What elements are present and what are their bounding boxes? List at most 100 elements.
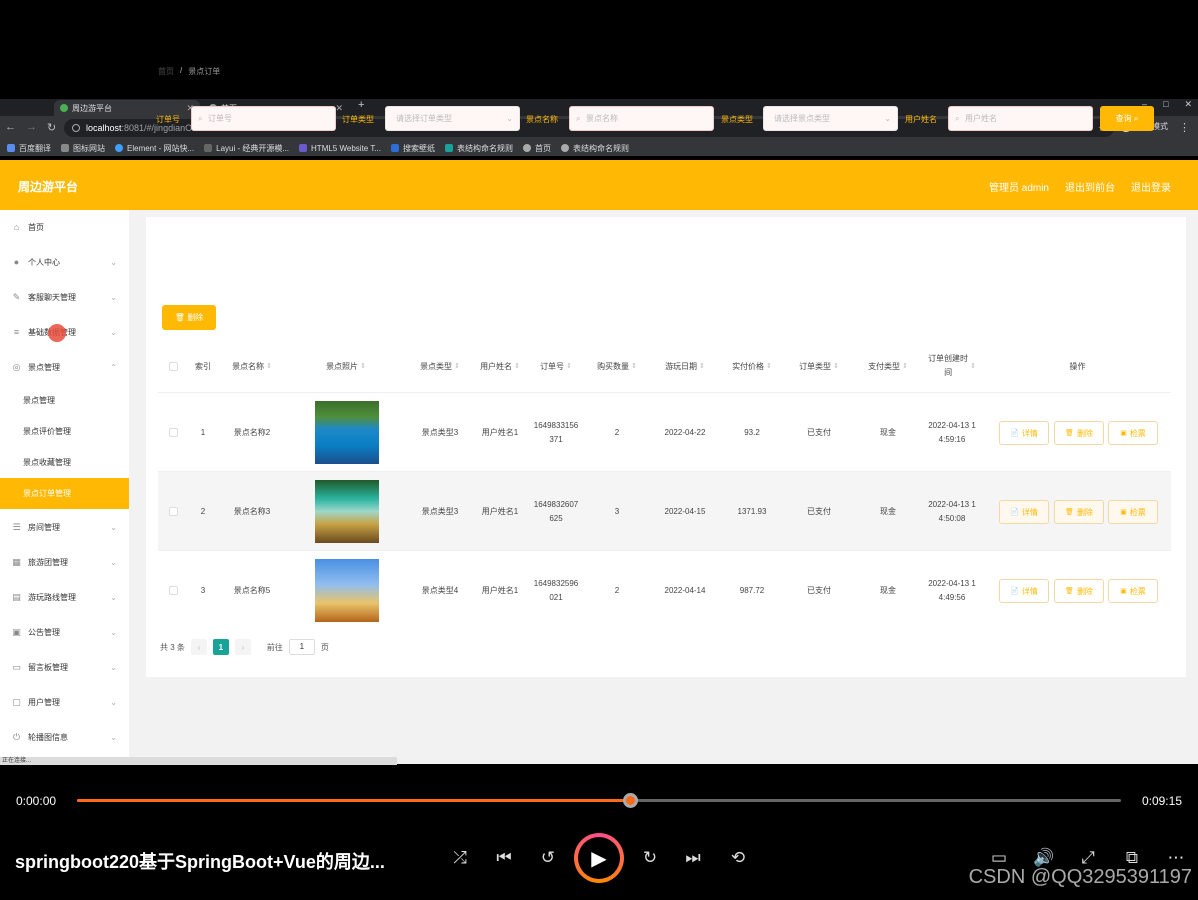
order-no-input[interactable]: ⌕ 订单号 (191, 106, 336, 131)
check-ticket-button[interactable]: ▣ 检票 (1108, 579, 1158, 603)
sidebar-subitem[interactable]: 景点管理 (0, 385, 129, 416)
back-icon[interactable]: ← (5, 121, 16, 134)
delete-button[interactable]: 🗑 删除 (1054, 421, 1104, 445)
spot-type-select[interactable]: 请选择景点类型 ⌄ (763, 106, 898, 131)
repeat-icon[interactable]: ⟲ (727, 848, 749, 868)
to-front-link[interactable]: 退出到前台 (1065, 179, 1115, 194)
sidebar-item[interactable]: ▤ 游玩路线管理 ⌄ (0, 582, 129, 612)
sidebar-subitem[interactable]: 景点订单管理 (0, 478, 129, 509)
spot-photo[interactable] (315, 559, 379, 622)
details-button[interactable]: 📄 详情 (999, 500, 1049, 524)
spot-name-input[interactable]: ⌕ 景点名称 (569, 106, 714, 131)
bookmark[interactable]: Layui - 经典开源模... (204, 143, 289, 154)
bookmark[interactable]: HTML5 Website T... (299, 144, 381, 153)
next-icon[interactable]: ⏭ (682, 848, 704, 868)
mini-player-icon[interactable]: ⧉ (1121, 848, 1143, 868)
column-header[interactable]: 景点类型 ⇕ (406, 340, 474, 392)
column-header[interactable]: 用户姓名 ⇕ (474, 340, 526, 392)
row-checkbox[interactable] (168, 428, 178, 437)
play-button[interactable]: ▶ (574, 833, 624, 883)
batch-delete-button[interactable]: 🗑 删除 (162, 305, 216, 330)
column-header[interactable]: 实付价格 ⇕ (722, 340, 782, 392)
delete-button[interactable]: 🗑 删除 (1054, 579, 1104, 603)
sidebar-subitem[interactable]: 景点评价管理 (0, 416, 129, 447)
bookmark[interactable]: 图标网站 (61, 143, 105, 154)
sidebar-item[interactable]: ✎ 客服聊天管理 ⌄ (0, 282, 129, 312)
sort-icon[interactable]: ⇕ (833, 362, 839, 370)
column-header[interactable]: 景点照片 ⇕ (286, 340, 406, 392)
sidebar-item[interactable]: ☰ 房间管理 ⌄ (0, 512, 129, 542)
column-header[interactable]: 订单创建时间 ⇕ (920, 340, 984, 392)
forward-30-icon[interactable]: ↻ (639, 848, 661, 868)
column-header[interactable]: 购买数量 ⇕ (586, 340, 648, 392)
reload-icon[interactable]: ↻ (47, 121, 56, 134)
sidebar-item[interactable]: ▢ 用户管理 ⌄ (0, 687, 129, 717)
page-1-button[interactable]: 1 (212, 639, 229, 655)
column-header[interactable]: 景点名称 ⇕ (218, 340, 286, 392)
row-checkbox[interactable] (168, 586, 178, 595)
details-button[interactable]: 📄 详情 (999, 579, 1049, 603)
sidebar-item[interactable]: ▦ 旅游团管理 ⌄ (0, 547, 129, 577)
column-header[interactable]: 游玩日期 ⇕ (648, 340, 722, 392)
bookmark[interactable]: 搜索壁纸 (390, 143, 435, 154)
sort-icon[interactable]: ⇕ (360, 362, 366, 370)
goto-page-input[interactable]: 1 (288, 639, 315, 655)
seek-knob[interactable] (623, 793, 639, 808)
shuffle-icon[interactable]: ⤮ (449, 848, 471, 868)
more-icon[interactable]: ⋮ (1179, 121, 1190, 134)
search-button[interactable]: 查询 ⌕ (1100, 106, 1154, 131)
volume-icon[interactable]: 🔊 (1033, 848, 1055, 868)
sidebar-item[interactable]: ▭ 留言板管理 ⌄ (0, 652, 129, 682)
rewind-10-icon[interactable]: ↺ (537, 848, 559, 868)
sort-icon[interactable]: ⇕ (766, 362, 772, 370)
next-page-button[interactable]: › (234, 639, 251, 655)
details-button[interactable]: 📄 详情 (999, 421, 1049, 445)
spot-photo[interactable] (315, 480, 379, 543)
maximize-icon[interactable]: □ (1163, 99, 1168, 110)
bookmark[interactable]: Element - 网站快... (115, 143, 194, 154)
bookmark[interactable]: 表结构命名规则 (444, 143, 513, 154)
prev-page-button[interactable]: ‹ (190, 639, 207, 655)
bookmark[interactable]: 表结构命名规则 (560, 143, 629, 154)
column-header[interactable]: 支付类型 ⇕ (856, 340, 920, 392)
spot-photo[interactable] (315, 401, 379, 464)
previous-icon[interactable]: ⏮ (493, 848, 515, 868)
cell-text: 1649832607625 (533, 499, 579, 523)
bookmark[interactable]: 首页 (522, 143, 551, 154)
sidebar-item[interactable]: ⏻ 轮播图信息 ⌄ (0, 722, 129, 752)
sidebar-subitem[interactable]: 景点收藏管理 (0, 447, 129, 478)
sort-icon[interactable]: ⇕ (902, 362, 908, 370)
subtitles-icon[interactable]: ▭ (988, 848, 1010, 868)
user-name-input[interactable]: ⌕ 用户姓名 (948, 106, 1093, 131)
bookmark-icon (115, 144, 123, 152)
order-type-select[interactable]: 请选择订单类型 ⌄ (385, 106, 520, 131)
row-checkbox[interactable] (168, 507, 178, 516)
bookmark[interactable]: 百度翻译 (7, 143, 51, 154)
column-header[interactable]: 订单类型 ⇕ (782, 340, 856, 392)
sort-icon[interactable]: ⇕ (699, 362, 705, 370)
column-header[interactable]: 索引 (188, 340, 218, 392)
sidebar-item[interactable]: ▣ 公告管理 ⌄ (0, 617, 129, 647)
more-options-icon[interactable]: ⋯ (1165, 848, 1187, 868)
check-ticket-button[interactable]: ▣ 检票 (1108, 500, 1158, 524)
sidebar-item[interactable]: ● 个人中心 ⌄ (0, 247, 129, 277)
sort-icon[interactable]: ⇕ (566, 362, 572, 370)
column-header[interactable]: 订单号 ⇕ (526, 340, 586, 392)
forward-icon[interactable]: → (26, 121, 37, 134)
seek-bar[interactable] (77, 793, 1121, 808)
logout-link[interactable]: 退出登录 (1131, 179, 1171, 194)
sort-icon[interactable]: ⇕ (514, 362, 520, 370)
fullscreen-icon[interactable]: ⤢ (1077, 848, 1099, 868)
sort-icon[interactable]: ⇕ (454, 362, 460, 370)
breadcrumb-home[interactable]: 首页 (158, 66, 174, 77)
select-all-checkbox[interactable] (168, 361, 178, 371)
info-icon[interactable] (72, 124, 80, 132)
delete-button[interactable]: 🗑 删除 (1054, 500, 1104, 524)
close-window-icon[interactable]: ✕ (1184, 99, 1192, 110)
sidebar-item[interactable]: ◎ 景点管理 ⌃ (0, 352, 129, 382)
sort-icon[interactable]: ⇕ (266, 362, 272, 370)
sort-icon[interactable]: ⇕ (970, 362, 976, 370)
check-ticket-button[interactable]: ▣ 检票 (1108, 421, 1158, 445)
sort-icon[interactable]: ⇕ (631, 362, 637, 370)
sidebar-item[interactable]: ⌂ 首页 (0, 212, 129, 242)
